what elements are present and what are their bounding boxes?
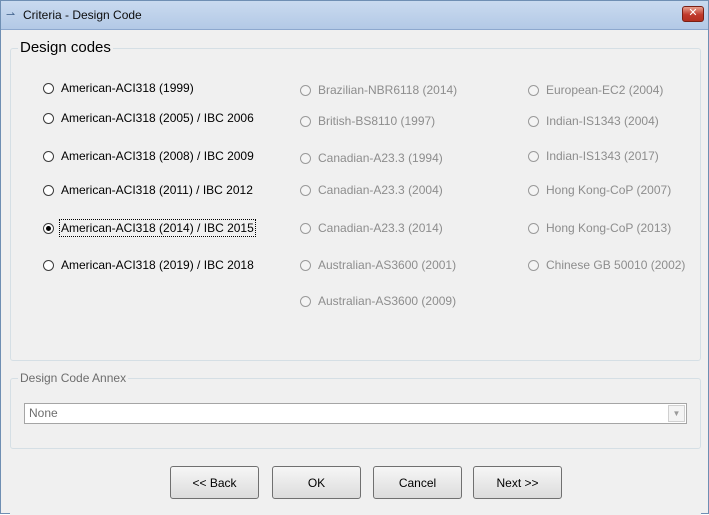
radio-aci318-2019[interactable]: American-ACI318 (2019) / IBC 2018: [43, 256, 254, 274]
radio-button-icon: [300, 152, 311, 164]
radio-aci318-2005[interactable]: American-ACI318 (2005) / IBC 2006: [43, 109, 254, 127]
radio-chinese-gb50010-2002: Chinese GB 50010 (2002): [528, 256, 685, 274]
cancel-button[interactable]: Cancel: [373, 466, 462, 499]
back-button[interactable]: << Back: [170, 466, 259, 499]
radio-button-icon: [43, 82, 54, 94]
radio-aci318-2014[interactable]: American-ACI318 (2014) / IBC 2015: [43, 219, 256, 237]
radio-button-icon: [528, 115, 539, 127]
radio-button-icon: [43, 184, 54, 196]
radio-button-icon: [528, 184, 539, 196]
radio-british-bs8110-1997: British-BS8110 (1997): [300, 112, 435, 130]
close-icon: ✕: [688, 7, 698, 19]
window-title: Criteria - Design Code: [23, 8, 142, 22]
radio-button-icon: [300, 115, 311, 127]
radio-aci318-2008[interactable]: American-ACI318 (2008) / IBC 2009: [43, 147, 254, 165]
design-code-annex-legend: Design Code Annex: [20, 371, 127, 385]
radio-european-ec2-2004: European-EC2 (2004): [528, 81, 663, 99]
radio-australian-as3600-2001: Australian-AS3600 (2001): [300, 256, 456, 274]
radio-canadian-a23-1994: Canadian-A23.3 (1994): [300, 149, 443, 167]
radio-brazilian-nbr6118-2014: Brazilian-NBR6118 (2014): [300, 81, 457, 99]
radio-button-icon: [528, 259, 539, 271]
app-icon: ⇀: [6, 9, 16, 21]
radio-canadian-a23-2014: Canadian-A23.3 (2014): [300, 219, 443, 237]
radio-button-icon: [43, 259, 54, 271]
dialog-body: Design codes American-ACI318 (1999) Amer…: [10, 30, 701, 515]
design-code-annex-select[interactable]: None ▼: [24, 403, 687, 424]
radio-aci318-2011[interactable]: American-ACI318 (2011) / IBC 2012: [43, 181, 253, 199]
radio-button-icon: [300, 184, 311, 196]
radio-button-icon: [528, 150, 539, 162]
ok-button[interactable]: OK: [272, 466, 361, 499]
radio-button-icon: [300, 259, 311, 271]
design-codes-legend: Design codes: [20, 39, 111, 56]
title-bar[interactable]: ⇀ Criteria - Design Code ✕: [1, 1, 708, 30]
radio-hongkong-cop-2013: Hong Kong-CoP (2013): [528, 219, 671, 237]
next-button[interactable]: Next >>: [473, 466, 562, 499]
radio-hongkong-cop-2007: Hong Kong-CoP (2007): [528, 181, 671, 199]
radio-button-icon: [43, 150, 54, 162]
dialog-window: ⇀ Criteria - Design Code ✕ Design codes …: [0, 0, 709, 515]
radio-button-selected-icon: [43, 222, 54, 234]
radio-indian-is1343-2017: Indian-IS1343 (2017): [528, 147, 659, 165]
radio-canadian-a23-2004: Canadian-A23.3 (2004): [300, 181, 443, 199]
radio-aci318-1999[interactable]: American-ACI318 (1999): [43, 79, 194, 97]
radio-button-icon: [300, 222, 311, 234]
radio-australian-as3600-2009: Australian-AS3600 (2009): [300, 292, 456, 310]
close-button[interactable]: ✕: [682, 6, 704, 22]
dropdown-arrow-icon[interactable]: ▼: [668, 405, 685, 422]
radio-button-icon: [528, 222, 539, 234]
radio-button-icon: [300, 84, 311, 96]
radio-button-icon: [528, 84, 539, 96]
annex-selected-value: None: [29, 406, 58, 420]
radio-button-icon: [43, 112, 54, 124]
radio-button-icon: [300, 295, 311, 307]
radio-indian-is1343-2004: Indian-IS1343 (2004): [528, 112, 659, 130]
